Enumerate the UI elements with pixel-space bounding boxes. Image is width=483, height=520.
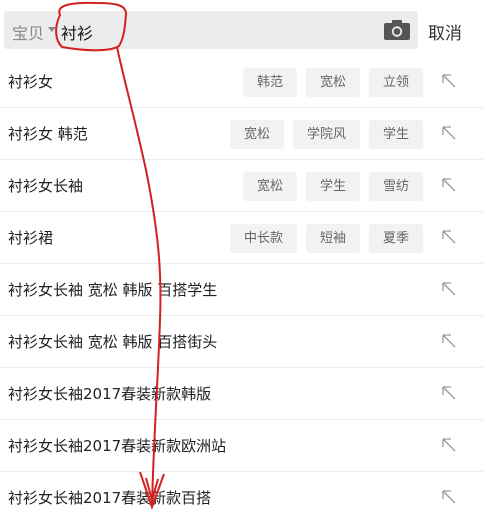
suggestion-list: 衬衫女 韩范 宽松 立领 衬衫女 韩范 宽松 学院风 学生 衬衫女长袖 宽松 学生 雪纺 衬衫裙 中长款短…: [0, 56, 483, 520]
suggestion-text[interactable]: 衬衫女长袖 宽松 韩版 百搭街头: [8, 331, 217, 352]
suggestion-chip[interactable]: 学院风: [292, 120, 360, 149]
arrow-up-left-icon[interactable]: [441, 281, 457, 297]
suggestion-chip[interactable]: 韩范: [242, 68, 297, 97]
suggestion-chip[interactable]: 学生: [368, 120, 423, 149]
suggestion-chip[interactable]: 中长款: [229, 224, 297, 253]
suggestion-row[interactable]: 衬衫女 韩范 宽松 立领: [0, 56, 483, 108]
suggestion-text[interactable]: 衬衫裙: [8, 227, 53, 248]
suggestion-chip[interactable]: 宽松: [229, 120, 284, 149]
suggestion-chips: 韩范 宽松 立领: [242, 68, 423, 97]
search-input[interactable]: 宝贝 衬衫: [4, 11, 418, 49]
suggestion-chips: 宽松 学生 雪纺: [242, 172, 423, 201]
arrow-up-left-icon[interactable]: [441, 333, 457, 349]
arrow-up-left-icon[interactable]: [441, 489, 457, 505]
suggestion-row[interactable]: 衬衫女长袖 宽松 韩版 百搭街头: [0, 316, 483, 368]
caret-down-icon[interactable]: [48, 27, 56, 32]
arrow-up-left-icon[interactable]: [441, 177, 457, 193]
search-scope-selector[interactable]: 宝贝: [12, 20, 44, 44]
suggestion-text[interactable]: 衬衫女 韩范: [8, 123, 88, 144]
suggestion-row[interactable]: 衬衫女长袖2017春装新款欧洲站: [0, 420, 483, 472]
suggestion-row[interactable]: 衬衫女 韩范 宽松 学院风 学生: [0, 108, 483, 160]
suggestion-chip[interactable]: 宽松: [305, 68, 360, 97]
suggestion-text[interactable]: 衬衫女长袖: [8, 175, 83, 196]
suggestion-text[interactable]: 衬衫女长袖 宽松 韩版 百搭学生: [8, 279, 217, 300]
suggestion-chips: 宽松 学院风 学生: [229, 120, 423, 149]
suggestion-chip[interactable]: 夏季: [368, 224, 423, 253]
arrow-up-left-icon[interactable]: [441, 385, 457, 401]
suggestion-text[interactable]: 衬衫女长袖2017春装新款百搭: [8, 487, 211, 508]
suggestion-row[interactable]: 衬衫女长袖2017春装新款韩版: [0, 368, 483, 420]
suggestion-chips: 中长款 短袖 夏季: [229, 224, 423, 253]
arrow-up-left-icon[interactable]: [441, 73, 457, 89]
suggestion-chip[interactable]: 立领: [368, 68, 423, 97]
cancel-button[interactable]: 取消: [428, 19, 462, 44]
arrow-up-left-icon[interactable]: [441, 437, 457, 453]
suggestion-chip[interactable]: 雪纺: [368, 172, 423, 201]
arrow-up-left-icon[interactable]: [441, 229, 457, 245]
search-query-text[interactable]: 衬衫: [61, 20, 93, 44]
suggestion-row[interactable]: 衬衫女长袖 宽松 学生 雪纺: [0, 160, 483, 212]
suggestion-chip[interactable]: 宽松: [242, 172, 297, 201]
suggestion-text[interactable]: 衬衫女: [8, 71, 53, 92]
camera-icon[interactable]: [383, 19, 411, 41]
suggestion-row[interactable]: 衬衫女长袖 宽松 韩版 百搭学生: [0, 264, 483, 316]
search-bar: 宝贝 衬衫 取消: [0, 0, 483, 58]
suggestion-row[interactable]: 衬衫裙 中长款 短袖 夏季: [0, 212, 483, 264]
arrow-up-left-icon[interactable]: [441, 125, 457, 141]
suggestion-row[interactable]: 衬衫女长袖2017春装新款百搭: [0, 472, 483, 520]
suggestion-text[interactable]: 衬衫女长袖2017春装新款韩版: [8, 383, 211, 404]
suggestion-text[interactable]: 衬衫女长袖2017春装新款欧洲站: [8, 435, 226, 456]
suggestion-chip[interactable]: 学生: [305, 172, 360, 201]
suggestion-chip[interactable]: 短袖: [305, 224, 360, 253]
